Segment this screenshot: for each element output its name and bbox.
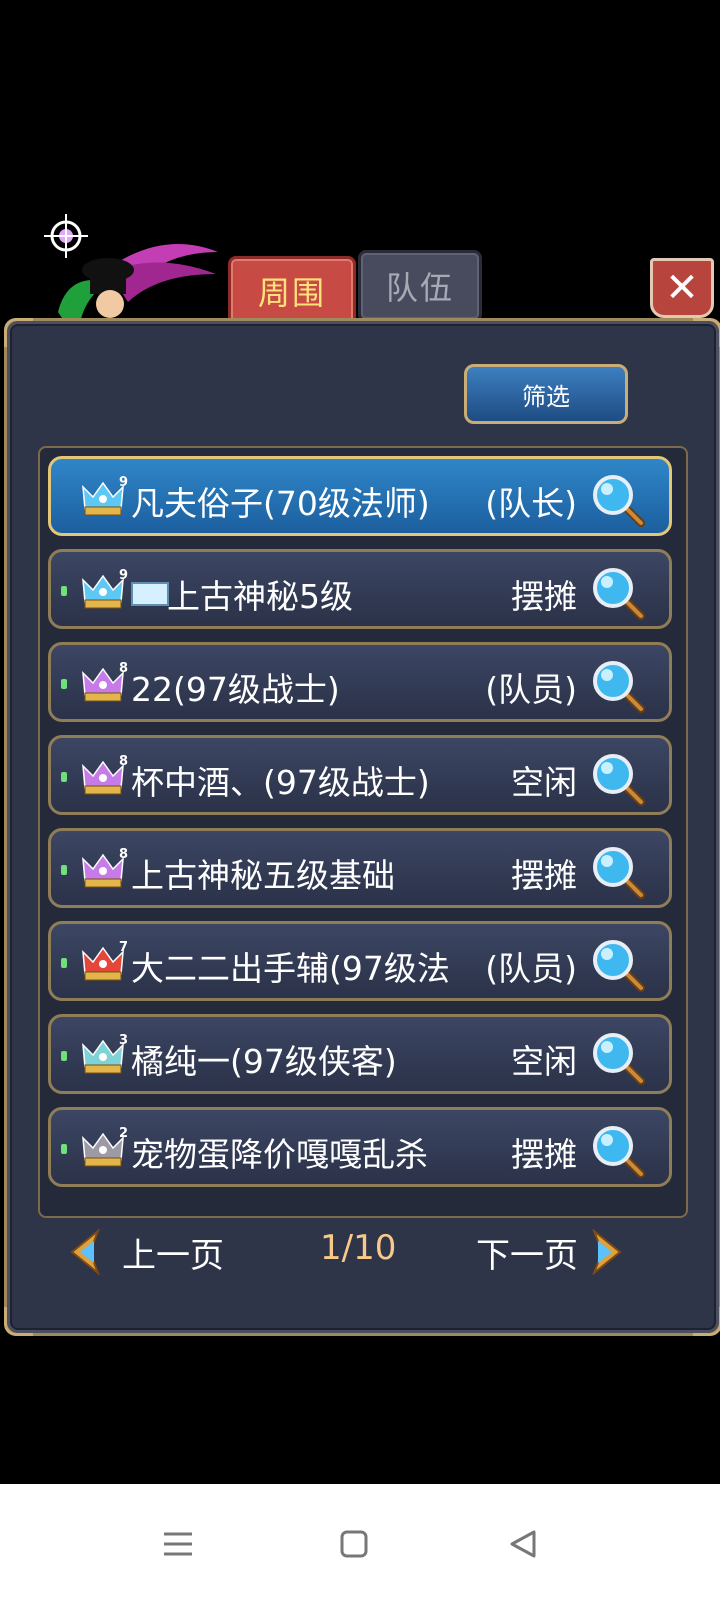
crown-level-badge: 7 [119, 940, 129, 955]
player-status: 摆摊 [511, 856, 577, 895]
crown-level-badge: 9 [119, 568, 129, 583]
back-triangle-icon[interactable] [500, 1520, 548, 1568]
page-indicator: 1/10 [320, 1228, 397, 1268]
panel-corner-ornament [693, 318, 720, 347]
player-name: 22(97级战士) [131, 670, 340, 709]
online-indicator [61, 586, 67, 596]
magnifier-icon[interactable] [589, 657, 647, 715]
crown-level-badge: 8 [119, 754, 129, 769]
crown-level-badge: 8 [119, 847, 129, 862]
tab-nearby-label: 周围 [257, 274, 326, 312]
prev-page-label: 上一页 [122, 1235, 224, 1276]
player-status: (队员) [485, 670, 577, 709]
arrow-left-icon [70, 1229, 100, 1275]
menu-icon[interactable] [154, 1520, 202, 1568]
close-button[interactable]: ✕ [650, 258, 714, 318]
player-name: 杯中酒、(97级战士) [131, 763, 430, 802]
tab-nearby[interactable]: 周围 [228, 256, 356, 326]
player-name: 上古神秘5级 [167, 577, 353, 616]
next-page-label: 下一页 [476, 1235, 578, 1276]
online-indicator [61, 1144, 67, 1154]
panel-corner-ornament [4, 1307, 33, 1336]
arrow-right-icon [592, 1229, 622, 1275]
tab-team[interactable]: 队伍 [358, 250, 482, 322]
tab-team-label: 队伍 [385, 269, 454, 307]
player-status: 摆摊 [511, 1135, 577, 1174]
game-screen: 周围 队伍 ✕ 筛选 9 凡夫俗子(70级法师) (队长) 9 上古神秘5级 摆摊 8 22(… [0, 0, 720, 1520]
magnifier-icon[interactable] [589, 1029, 647, 1087]
player-row[interactable]: 8 22(97级战士) (队员) [48, 642, 672, 722]
player-row[interactable]: 9 上古神秘5级 摆摊 [48, 549, 672, 629]
crown-level-badge: 9 [119, 475, 129, 490]
player-name: 凡夫俗子(70级法师) [131, 484, 430, 523]
magnifier-icon[interactable] [589, 471, 647, 529]
crown-level-badge: 8 [119, 661, 129, 676]
online-indicator [61, 772, 67, 782]
player-name: 宠物蛋降价嘎嘎乱杀 [131, 1135, 428, 1174]
panel-corner-ornament [4, 318, 33, 347]
crown-level-badge: 2 [119, 1126, 129, 1141]
player-status: 空闲 [511, 1042, 577, 1081]
player-status: 空闲 [511, 763, 577, 802]
player-name: 上古神秘五级基础 [131, 856, 395, 895]
player-list: 9 凡夫俗子(70级法师) (队长) 9 上古神秘5级 摆摊 8 22(97级战士) (队员) 8… [38, 446, 688, 1218]
panel-corner-ornament [693, 1307, 720, 1336]
player-name: 大二二出手辅(97级法 [131, 949, 450, 988]
player-status: (队长) [485, 484, 577, 523]
magnifier-icon[interactable] [589, 843, 647, 901]
player-status: 摆摊 [511, 577, 577, 616]
player-status: (队员) [485, 949, 577, 988]
player-row[interactable]: 8 上古神秘五级基础 摆摊 [48, 828, 672, 908]
player-row[interactable]: 2 宠物蛋降价嘎嘎乱杀 摆摊 [48, 1107, 672, 1187]
home-square-icon[interactable] [330, 1520, 378, 1568]
magnifier-icon[interactable] [589, 750, 647, 808]
system-navigation-bar [0, 1484, 720, 1605]
close-icon: ✕ [665, 265, 699, 311]
player-name: 橘纯一(97级侠客) [131, 1042, 397, 1081]
filter-button[interactable]: 筛选 [464, 364, 628, 424]
magnifier-icon[interactable] [589, 564, 647, 622]
magnifier-icon[interactable] [589, 936, 647, 994]
online-indicator [61, 958, 67, 968]
online-indicator [61, 865, 67, 875]
online-indicator [61, 679, 67, 689]
stall-flag-icon [131, 582, 169, 606]
player-row[interactable]: 3 橘纯一(97级侠客) 空闲 [48, 1014, 672, 1094]
player-row[interactable]: 8 杯中酒、(97级战士) 空闲 [48, 735, 672, 815]
crown-level-badge: 3 [119, 1033, 129, 1048]
player-row[interactable]: 9 凡夫俗子(70级法师) (队长) [48, 456, 672, 536]
filter-button-label: 筛选 [522, 382, 570, 411]
next-page-button[interactable]: 下一页 [476, 1222, 622, 1282]
prev-page-button[interactable]: 上一页 [70, 1222, 224, 1282]
online-indicator [61, 1051, 67, 1061]
player-row[interactable]: 7 大二二出手辅(97级法 (队员) [48, 921, 672, 1001]
magnifier-icon[interactable] [589, 1122, 647, 1180]
